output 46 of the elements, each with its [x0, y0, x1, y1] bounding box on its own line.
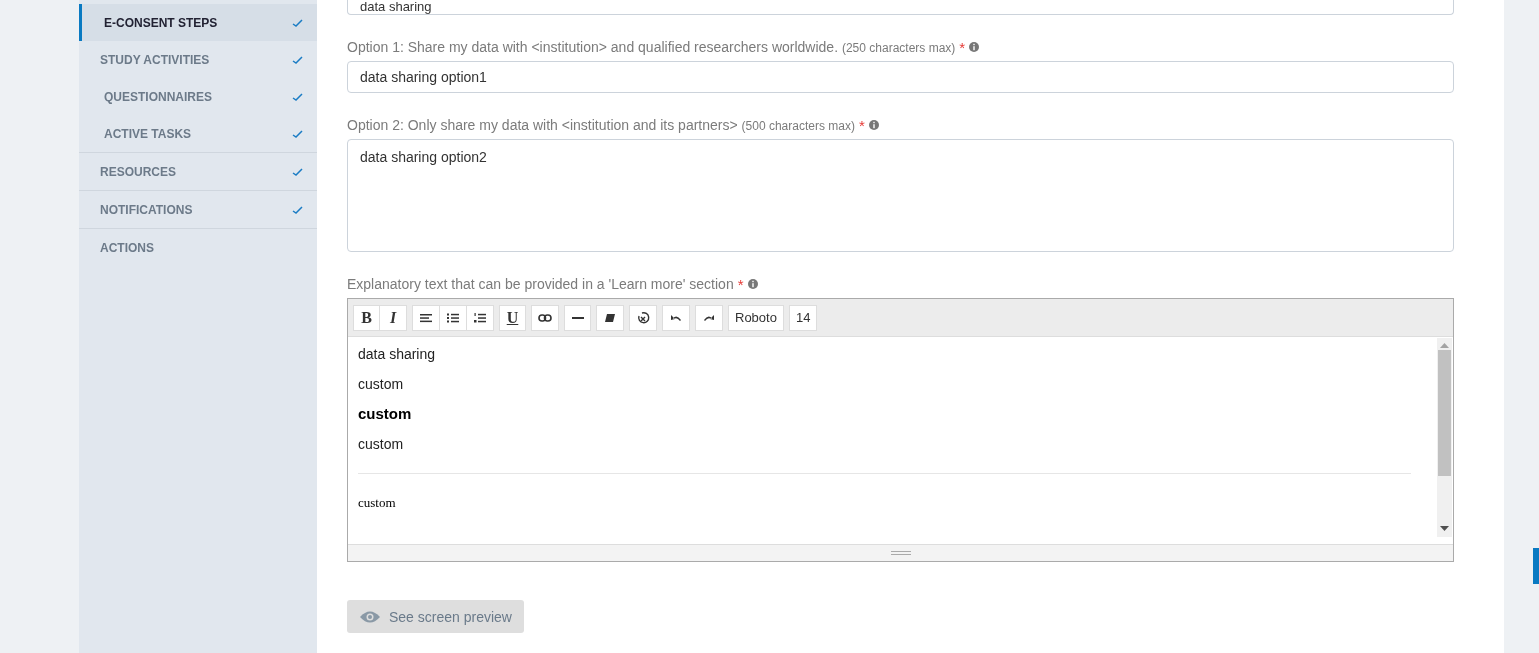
reset-button[interactable]: [629, 304, 657, 331]
rule-button[interactable]: [564, 304, 591, 331]
font-dropdown[interactable]: Roboto: [728, 304, 784, 331]
required-asterisk: *: [959, 38, 966, 56]
eraser-button[interactable]: [596, 304, 624, 331]
info-icon[interactable]: [969, 42, 980, 52]
text-area[interactable]: data sharing option2: [347, 139, 1454, 252]
font-size-dropdown[interactable]: 14: [788, 304, 818, 331]
underline-button[interactable]: U: [499, 304, 526, 331]
required-asterisk: *: [737, 275, 744, 293]
resize-handle-icon[interactable]: [890, 550, 911, 556]
paragraph: custom: [358, 494, 397, 512]
required-asterisk: *: [858, 116, 865, 134]
field-label: Option 1: Share my data with <institution> and qualified researchers worldwide. (250 characters max): [347, 39, 956, 55]
redo-button[interactable]: [695, 304, 723, 331]
info-icon[interactable]: [868, 120, 879, 130]
sidebar-item[interactable]: NOTIFICATIONS: [79, 191, 317, 228]
bullets-button[interactable]: [440, 304, 467, 331]
italic-button[interactable]: I: [380, 304, 407, 331]
sidebar-item[interactable]: ACTIONS: [79, 229, 317, 266]
sidebar-item[interactable]: STUDY ACTIVITIES: [79, 41, 317, 78]
field-label: Explanatory text that can be provided in a 'Learn more' section: [347, 276, 734, 292]
eye-icon: [359, 609, 381, 624]
numbered-list-icon: [473, 310, 487, 325]
undo-button[interactable]: [662, 304, 690, 331]
sidebar-item[interactable]: ACTIVE TASKS: [79, 115, 317, 152]
bold-button[interactable]: B: [353, 304, 380, 331]
text-field[interactable]: data sharing option1: [347, 61, 1454, 93]
link-button[interactable]: [531, 304, 559, 331]
paragraph: custom: [358, 375, 405, 393]
text-field[interactable]: data sharing: [347, 0, 1454, 15]
paragraph: custom: [358, 405, 413, 423]
sidebar-item[interactable]: RESOURCES: [79, 153, 317, 190]
clear-formatting-icon: [636, 310, 650, 325]
paragraph: custom: [358, 435, 405, 453]
scroll-down-icon[interactable]: [1440, 526, 1449, 532]
horizontal-rule-icon: [571, 316, 584, 319]
paragraph: data sharing: [358, 345, 437, 363]
sidebar-item[interactable]: QUESTIONNAIRES: [79, 78, 317, 115]
sidebar-item[interactable]: E-CONSENT STEPS: [79, 4, 317, 41]
info-icon[interactable]: [747, 279, 758, 289]
rich-text-editor[interactable]: B I U Roboto 14 data sharing custom custom custom custom: [347, 298, 1454, 562]
align-button[interactable]: [412, 304, 440, 331]
field-label: Option 2: Only share my data with <institution and its partners> (500 characters max): [347, 117, 855, 133]
scrollbar[interactable]: [1437, 338, 1452, 537]
numbers-button[interactable]: [467, 304, 494, 331]
